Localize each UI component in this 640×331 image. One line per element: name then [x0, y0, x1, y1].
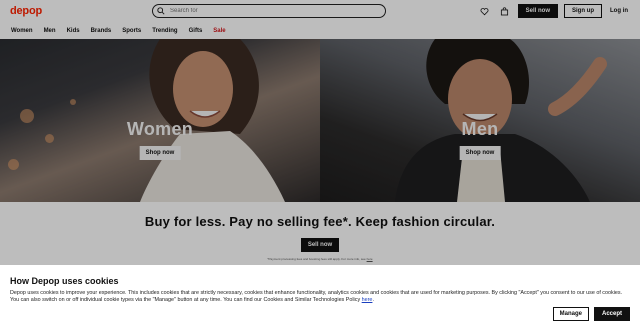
nav-item-sports[interactable]: Sports — [122, 28, 141, 34]
sign-up-button[interactable]: Sign up — [564, 4, 602, 18]
bokeh-light — [70, 99, 76, 105]
heart-icon[interactable] — [478, 4, 492, 18]
promo-fineprint-link[interactable]: here — [367, 257, 373, 261]
manage-cookies-button[interactable]: Manage — [552, 307, 589, 321]
cookie-actions: Manage Accept — [552, 307, 630, 321]
search-bar[interactable] — [152, 4, 386, 18]
nav-item-sale[interactable]: Sale — [213, 28, 225, 34]
category-nav: Women Men Kids Brands Sports Trending Gi… — [0, 22, 640, 39]
shop-men-button[interactable]: Shop now — [459, 146, 501, 160]
header-actions: Sell now Sign up Log in — [478, 4, 630, 18]
bag-icon[interactable] — [498, 4, 512, 18]
promo-fineprint-text: *Payment processing fees and boosting fe… — [267, 257, 366, 261]
promo-sell-now-button[interactable]: Sell now — [300, 238, 340, 252]
cookie-title: How Depop uses cookies — [10, 276, 119, 286]
nav-item-women[interactable]: Women — [11, 28, 33, 34]
search-icon — [157, 7, 165, 15]
accept-cookies-button[interactable]: Accept — [593, 307, 630, 321]
cookie-body: Depop uses cookies to improve your exper… — [10, 290, 623, 303]
sell-now-button[interactable]: Sell now — [517, 4, 558, 18]
bokeh-light — [8, 159, 19, 170]
log-in-link[interactable]: Log in — [608, 8, 630, 14]
promo-fineprint: *Payment processing fees and boosting fe… — [0, 257, 640, 261]
hero-men-panel[interactable]: Men Shop now — [320, 39, 640, 202]
hero-women-panel[interactable]: Women Shop now — [0, 39, 320, 202]
nav-item-gifts[interactable]: Gifts — [189, 28, 203, 34]
shop-women-button[interactable]: Shop now — [139, 146, 181, 160]
women-title: Women — [126, 119, 194, 139]
nav-item-brands[interactable]: Brands — [91, 28, 112, 34]
nav-item-men[interactable]: Men — [44, 28, 56, 34]
cookie-policy-link[interactable]: here — [362, 297, 373, 303]
hero-section: Women Shop now Men Shop now — [0, 39, 640, 202]
nav-item-kids[interactable]: Kids — [67, 28, 80, 34]
promo-headline: Buy for less. Pay no selling fee*. Keep … — [144, 214, 496, 229]
cookie-body-text: Depop uses cookies to improve your exper… — [10, 290, 623, 303]
depop-logo[interactable]: depop — [10, 5, 151, 17]
top-header: depop Sell now Sign up Log in — [0, 0, 640, 22]
men-title: Men — [461, 119, 499, 139]
search-input[interactable] — [170, 8, 370, 14]
cookie-banner: How Depop uses cookies Depop uses cookie… — [0, 265, 640, 331]
nav-item-trending[interactable]: Trending — [152, 28, 177, 34]
promo-section: Buy for less. Pay no selling fee*. Keep … — [0, 202, 640, 264]
